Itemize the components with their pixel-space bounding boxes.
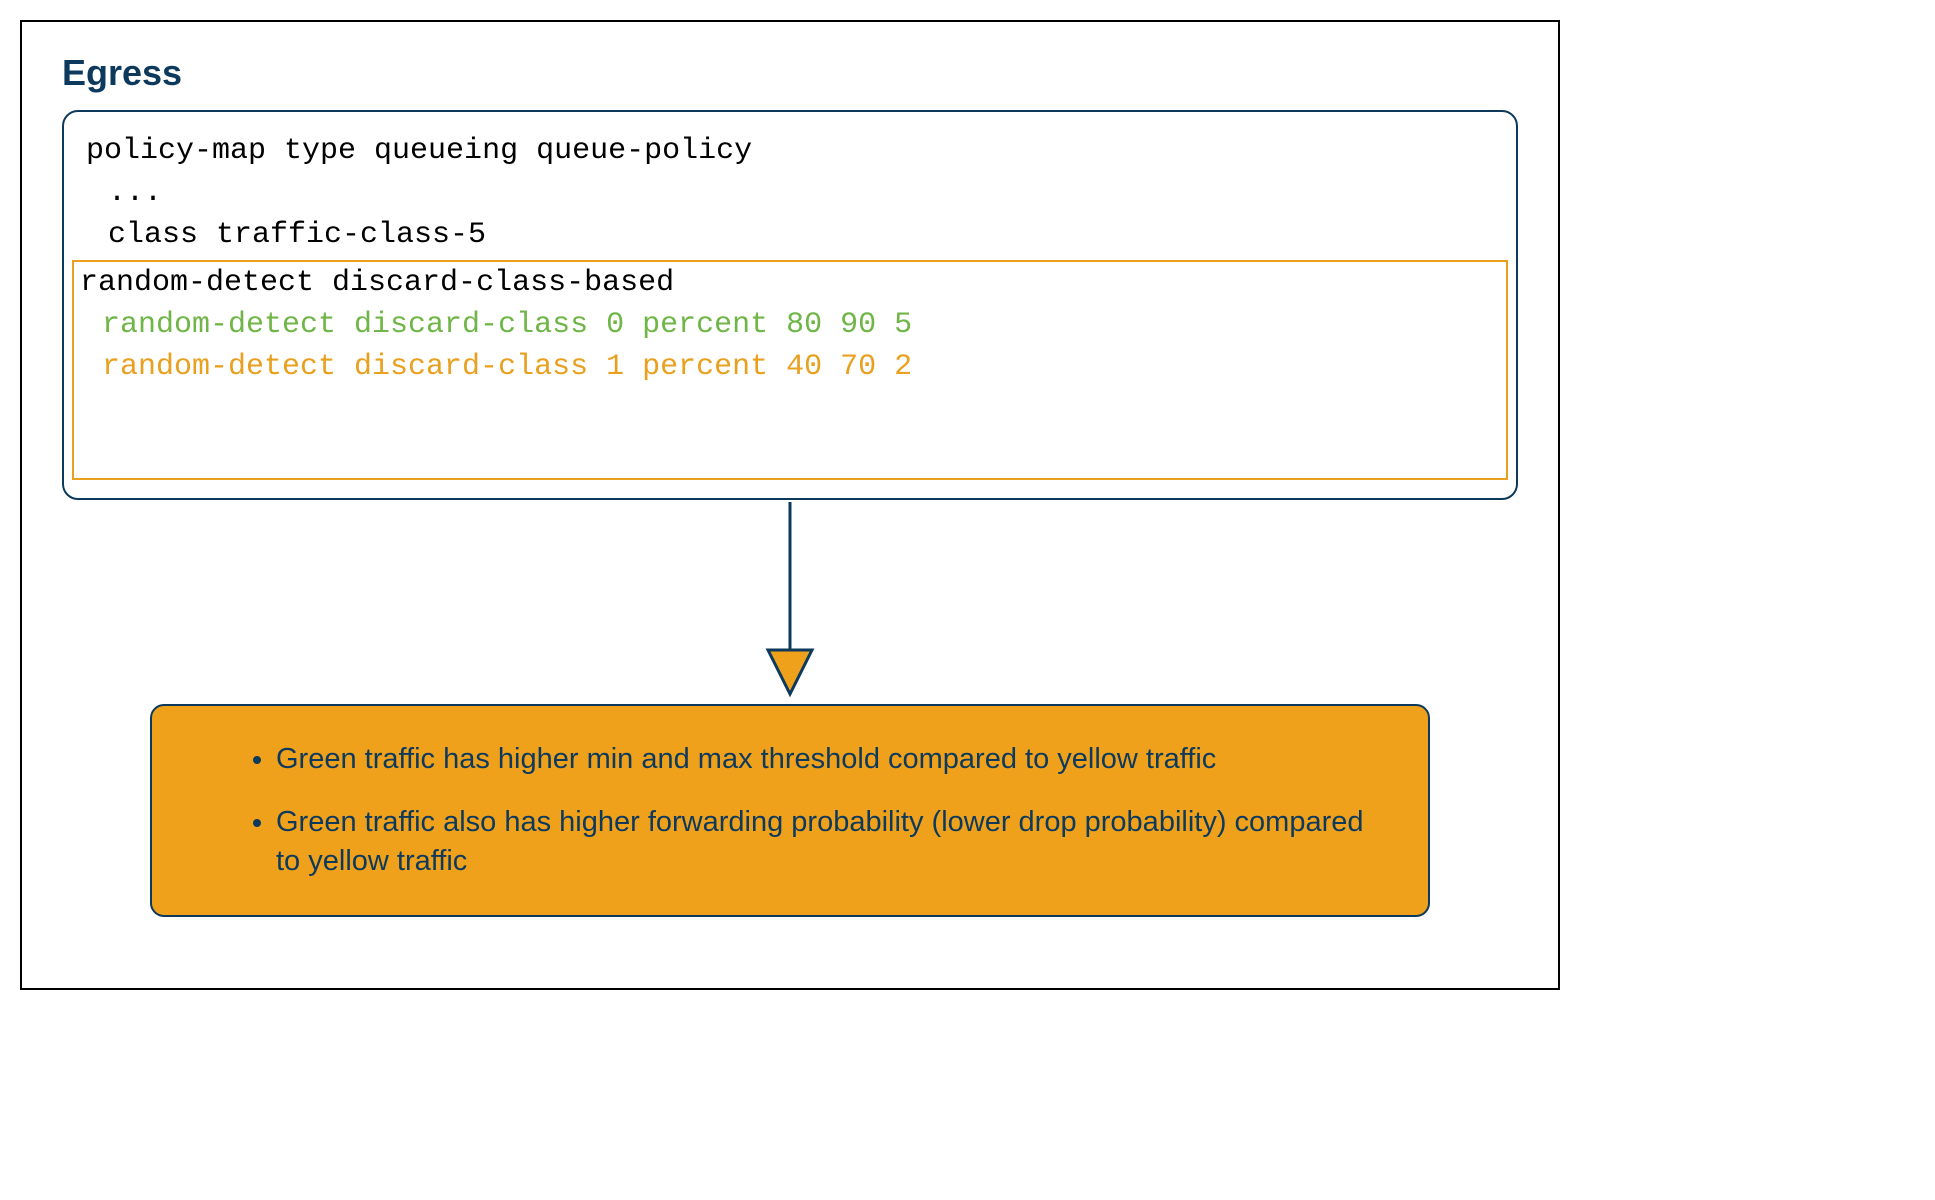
- info-bullet-1: Green traffic has higher min and max thr…: [276, 740, 1380, 779]
- code-line-policy-map: policy-map type queueing queue-policy: [86, 130, 1494, 172]
- info-bullet-2: Green traffic also has higher forwarding…: [276, 803, 1380, 881]
- code-line-ellipsis: ...: [86, 172, 1494, 214]
- code-line-discard-class-1: random-detect discard-class 1 percent 40…: [80, 346, 1500, 388]
- code-block: policy-map type queueing queue-policy ..…: [62, 110, 1518, 500]
- down-arrow-icon: [760, 502, 820, 702]
- diagram-frame: Egress policy-map type queueing queue-po…: [20, 20, 1560, 990]
- code-line-random-detect-based: random-detect discard-class-based: [80, 262, 1500, 304]
- info-list: Green traffic has higher min and max thr…: [252, 740, 1380, 881]
- info-box: Green traffic has higher min and max thr…: [150, 704, 1430, 917]
- highlight-box: random-detect discard-class-based random…: [72, 260, 1508, 480]
- section-title: Egress: [62, 52, 1518, 94]
- code-line-discard-class-0: random-detect discard-class 0 percent 80…: [80, 304, 1500, 346]
- arrow-container: [62, 502, 1518, 702]
- code-line-class: class traffic-class-5: [86, 214, 1494, 256]
